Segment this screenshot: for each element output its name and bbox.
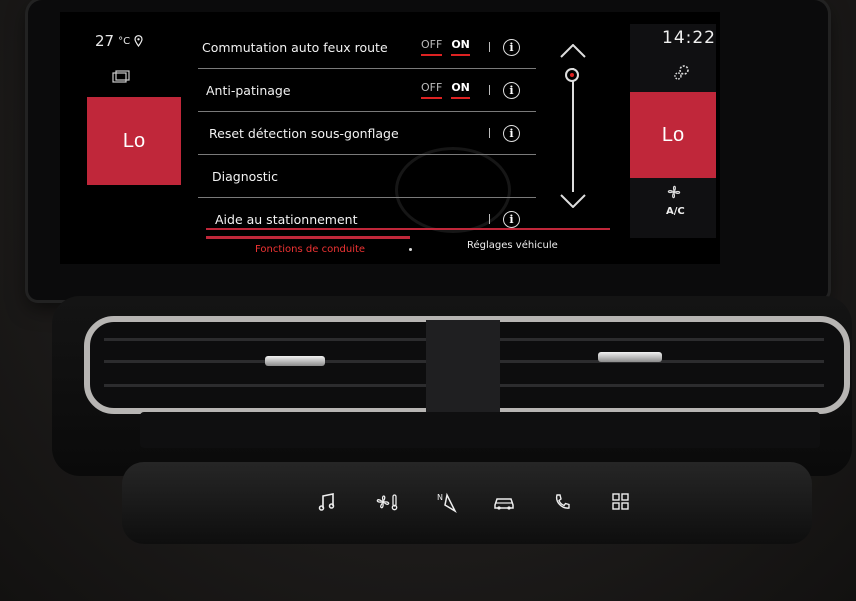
climate-fan-icon xyxy=(376,494,398,511)
menu-row-label: Anti-patinage xyxy=(206,82,291,98)
scrollbar-thumb[interactable] xyxy=(565,68,579,82)
tab-dot xyxy=(409,248,412,251)
apps-shortcut[interactable] xyxy=(609,491,633,513)
tab-bar xyxy=(206,228,610,230)
lower-vent-grille xyxy=(140,412,820,448)
climate-shortcut[interactable] xyxy=(375,491,399,513)
right-vent-knob[interactable] xyxy=(598,352,662,362)
toggle-on[interactable]: ON xyxy=(451,38,470,56)
music-shortcut[interactable] xyxy=(315,491,339,513)
toggle-off[interactable]: OFF xyxy=(421,38,443,56)
menu-row-high-beam[interactable]: Commutation auto feux route OFF ON i xyxy=(198,26,536,69)
menu-row-diagnostic[interactable]: Diagnostic xyxy=(198,155,536,198)
menu-row-label: Reset détection sous-gonflage xyxy=(209,125,399,141)
left-vent-knob[interactable] xyxy=(265,356,325,366)
toggle-off[interactable]: OFF xyxy=(421,81,443,99)
menu-row-traction-control[interactable]: Anti-patinage OFF ON i xyxy=(198,69,536,112)
menu-row-parking-assist[interactable]: Aide au stationnement i xyxy=(198,198,536,240)
scroll-up-icon[interactable] xyxy=(560,44,586,58)
toggle-on[interactable]: ON xyxy=(451,81,470,99)
active-tab-indicator xyxy=(206,236,410,239)
tab-driving-functions[interactable]: Fonctions de conduite xyxy=(255,244,365,255)
info-icon[interactable]: i xyxy=(503,38,520,56)
ac-button[interactable]: A/C xyxy=(666,206,685,217)
scroll-down-icon[interactable] xyxy=(560,194,586,208)
traction-control-toggle[interactable]: OFF ON xyxy=(421,81,470,99)
car-icon xyxy=(494,498,514,510)
clock: 14:22 xyxy=(662,28,716,48)
scrollbar-track[interactable] xyxy=(572,68,574,192)
navigation-icon: N xyxy=(437,492,457,513)
separator xyxy=(489,42,490,52)
phone-icon xyxy=(555,494,570,509)
tab-vehicle-settings[interactable]: Réglages véhicule xyxy=(467,240,558,251)
fan-icon[interactable] xyxy=(666,184,682,200)
shortcut-control-bar xyxy=(122,462,812,544)
music-icon xyxy=(318,493,335,511)
high-beam-toggle[interactable]: OFF ON xyxy=(421,38,470,56)
info-icon[interactable]: i xyxy=(503,81,520,99)
menu-row-label: Commutation auto feux route xyxy=(202,39,388,55)
outside-temp-unit: °C xyxy=(118,35,131,47)
svg-text:N: N xyxy=(437,493,443,502)
vehicle-shortcut[interactable] xyxy=(492,491,516,513)
recirculation-icon[interactable] xyxy=(112,70,130,84)
separator xyxy=(489,214,490,224)
info-icon[interactable]: i xyxy=(503,124,520,142)
menu-row-label: Aide au stationnement xyxy=(215,211,358,227)
menu-row-tyre-pressure-reset[interactable]: Reset détection sous-gonflage i xyxy=(198,112,536,155)
phone-shortcut[interactable] xyxy=(550,491,574,513)
outside-temp-value: 27 xyxy=(95,32,115,50)
info-icon[interactable]: i xyxy=(503,210,520,228)
infotainment-screen: 27 °C Lo Commutation auto feux route OFF … xyxy=(60,12,720,264)
settings-gear-icon[interactable] xyxy=(672,62,692,82)
settings-list: Commutation auto feux route OFF ON i Ant… xyxy=(198,26,536,240)
right-temperature-button[interactable]: Lo xyxy=(630,92,716,178)
separator xyxy=(489,85,490,95)
separator xyxy=(489,128,490,138)
outside-temperature: 27 °C xyxy=(95,32,143,50)
menu-row-label: Diagnostic xyxy=(212,168,279,184)
left-temperature-button[interactable]: Lo xyxy=(87,97,181,185)
apps-grid-icon xyxy=(612,493,629,510)
location-icon xyxy=(134,35,143,47)
navigation-shortcut[interactable]: N xyxy=(435,491,459,513)
